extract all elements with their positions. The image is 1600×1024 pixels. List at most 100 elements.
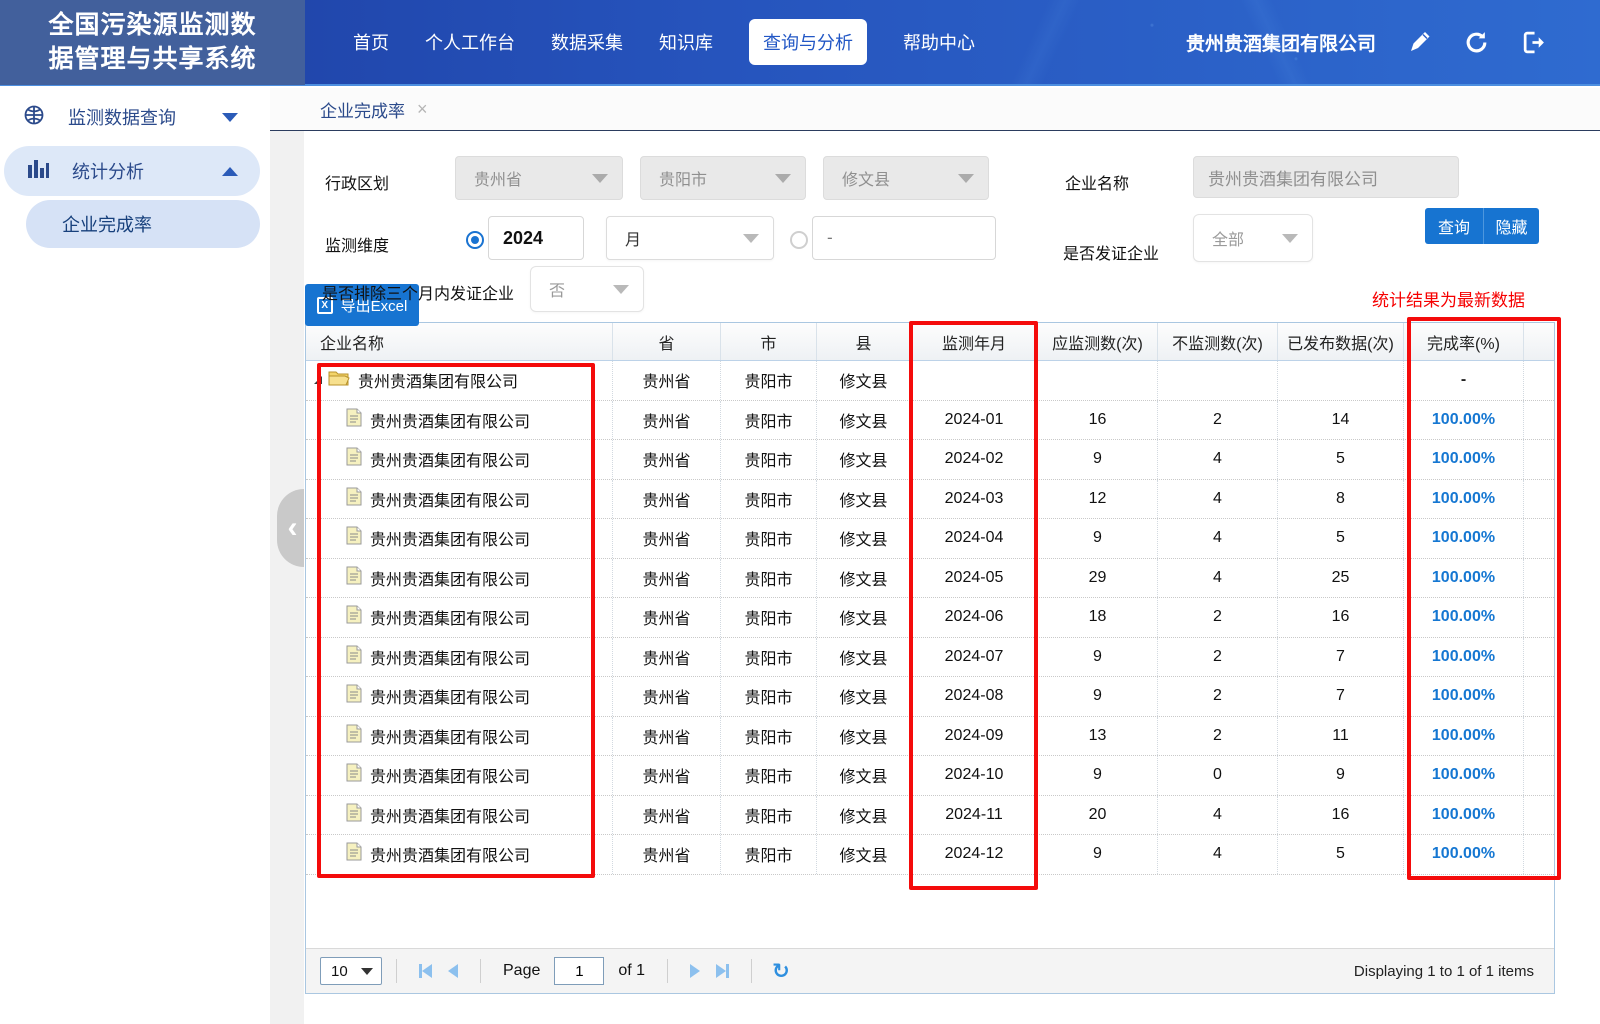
city-value: 贵阳市 xyxy=(744,724,792,748)
column-header-not_monitored[interactable]: 不监测数(次) xyxy=(1158,323,1278,360)
cell-filler xyxy=(1524,519,1554,558)
county-value: 修文县 xyxy=(839,408,887,432)
due-value: 29 xyxy=(1089,569,1107,587)
column-header-city[interactable]: 市 xyxy=(721,323,817,360)
enterprise-name: 贵州贵酒集团有限公司 xyxy=(370,605,530,629)
city-select: 贵阳市 xyxy=(640,156,806,200)
cell-city: 贵阳市 xyxy=(721,756,817,795)
cell-not_monitored xyxy=(1158,361,1278,400)
reload-icon[interactable]: ↻ xyxy=(772,959,790,984)
nav-item-1[interactable]: 个人工作台 xyxy=(425,29,515,55)
not_monitored-value: 4 xyxy=(1213,529,1222,547)
sidebar-item-statistics-analysis[interactable]: 统计分析 xyxy=(4,146,260,196)
close-icon[interactable]: × xyxy=(417,99,428,120)
cell-city: 贵阳市 xyxy=(721,440,817,479)
range-radio[interactable] xyxy=(790,231,808,249)
sidebar-collapse-handle[interactable]: ‹ xyxy=(277,489,304,567)
logo-line-2: 据管理与共享系统 xyxy=(48,42,256,76)
cell-due: 9 xyxy=(1038,638,1158,677)
cell-name: 贵州贵酒集团有限公司 xyxy=(306,677,613,716)
column-header-rate[interactable]: 完成率(%) xyxy=(1404,323,1524,360)
target-globe-icon xyxy=(22,103,46,132)
column-header-province[interactable]: 省 xyxy=(613,323,721,360)
year-input[interactable]: 2024 xyxy=(488,216,584,260)
column-header-published[interactable]: 已发布数据(次) xyxy=(1278,323,1404,360)
first-page-button[interactable] xyxy=(419,964,432,978)
published-value: 7 xyxy=(1336,648,1345,666)
nav-item-0[interactable]: 首页 xyxy=(353,29,389,55)
rate-dash: - xyxy=(1461,371,1466,389)
tree-expander-icon[interactable] xyxy=(314,376,322,384)
cell-city: 贵阳市 xyxy=(721,480,817,519)
published-value: 8 xyxy=(1336,490,1345,508)
license-select[interactable]: 全部 xyxy=(1193,214,1313,262)
document-icon xyxy=(346,684,362,708)
query-button[interactable]: 查询 xyxy=(1425,208,1484,244)
document-icon xyxy=(346,447,362,471)
period-select[interactable]: 月 xyxy=(606,216,774,260)
cell-published: 5 xyxy=(1278,835,1404,874)
rate-value: 100.00% xyxy=(1432,608,1495,626)
rate-value: 100.00% xyxy=(1432,529,1495,547)
sidebar-subitem-enterprise-completion-rate[interactable]: 企业完成率 xyxy=(26,200,260,248)
enterprise-name: 贵州贵酒集团有限公司 xyxy=(370,526,530,550)
content-gutter xyxy=(270,131,304,1024)
results-table-panel: 企业名称省市县监测年月应监测数(次)不监测数(次)已发布数据(次)完成率(%) … xyxy=(305,322,1555,994)
top-header: 全国污染源监测数 据管理与共享系统 首页个人工作台数据采集知识库查询与分析帮助中… xyxy=(0,0,1600,86)
divider xyxy=(667,959,668,983)
enterprise-name: 贵州贵酒集团有限公司 xyxy=(370,447,530,471)
hide-button[interactable]: 隐藏 xyxy=(1484,208,1539,244)
province-value: 贵州省 xyxy=(642,566,690,590)
cell-county: 修文县 xyxy=(817,717,911,756)
divider xyxy=(396,959,397,983)
cell-rate: 100.00% xyxy=(1404,835,1524,874)
sidebar-item-monitoring-data-query[interactable]: 监测数据查询 xyxy=(0,92,260,142)
cell-province: 贵州省 xyxy=(613,559,721,598)
table-row: 贵州贵酒集团有限公司贵州省贵阳市修文县2024-08927100.00% xyxy=(306,677,1554,717)
cell-filler xyxy=(1524,361,1554,400)
cell-due: 12 xyxy=(1038,480,1158,519)
cell-name: 贵州贵酒集团有限公司 xyxy=(306,480,613,519)
city-value: 贵阳市 xyxy=(744,763,792,787)
license-value: 全部 xyxy=(1212,226,1244,250)
county-value: 修文县 xyxy=(839,842,887,866)
nav-item-5[interactable]: 帮助中心 xyxy=(903,29,975,55)
next-page-button[interactable] xyxy=(690,964,700,978)
cell-not_monitored: 4 xyxy=(1158,519,1278,558)
table-row: 贵州贵酒集团有限公司贵州省贵阳市修文县2024-0529425100.00% xyxy=(306,559,1554,599)
prev-page-button[interactable] xyxy=(448,964,458,978)
column-header-name[interactable]: 企业名称 xyxy=(306,323,613,360)
cell-name: 贵州贵酒集团有限公司 xyxy=(306,717,613,756)
not_monitored-value: 2 xyxy=(1213,411,1222,429)
cell-city: 贵阳市 xyxy=(721,401,817,440)
refresh-icon[interactable] xyxy=(1464,30,1489,55)
county-value: 修文县 xyxy=(842,166,890,190)
cell-published: 9 xyxy=(1278,756,1404,795)
year-month-radio[interactable] xyxy=(466,231,484,249)
cell-month: 2024-02 xyxy=(911,440,1038,479)
column-header-month[interactable]: 监测年月 xyxy=(911,323,1038,360)
last-page-button[interactable] xyxy=(716,964,729,978)
cell-province: 贵州省 xyxy=(613,519,721,558)
page-size-select[interactable]: 10 xyxy=(320,957,382,985)
exclude-select[interactable]: 否 xyxy=(530,266,644,312)
edit-pencil-icon[interactable] xyxy=(1408,30,1432,54)
column-header-county[interactable]: 县 xyxy=(817,323,911,360)
nav-item-2[interactable]: 数据采集 xyxy=(551,29,623,55)
nav-item-3[interactable]: 知识库 xyxy=(659,29,713,55)
logout-icon[interactable] xyxy=(1521,30,1546,55)
month-value: 2024-09 xyxy=(945,727,1004,745)
not_monitored-value: 4 xyxy=(1213,450,1222,468)
province-value: 贵州省 xyxy=(642,684,690,708)
cell-published: 8 xyxy=(1278,480,1404,519)
county-select: 修文县 xyxy=(823,156,989,200)
nav-item-4[interactable]: 查询与分析 xyxy=(749,19,867,65)
month-value: 2024-06 xyxy=(945,608,1004,626)
cell-not_monitored: 0 xyxy=(1158,756,1278,795)
column-header-due[interactable]: 应监测数(次) xyxy=(1038,323,1158,360)
sidebar-item-label: 统计分析 xyxy=(72,158,144,184)
tab-enterprise-completion-rate[interactable]: 企业完成率 × xyxy=(320,97,428,122)
rate-value: 100.00% xyxy=(1432,411,1495,429)
page-number-input[interactable]: 1 xyxy=(554,957,604,985)
range-input[interactable]: - xyxy=(812,216,996,260)
